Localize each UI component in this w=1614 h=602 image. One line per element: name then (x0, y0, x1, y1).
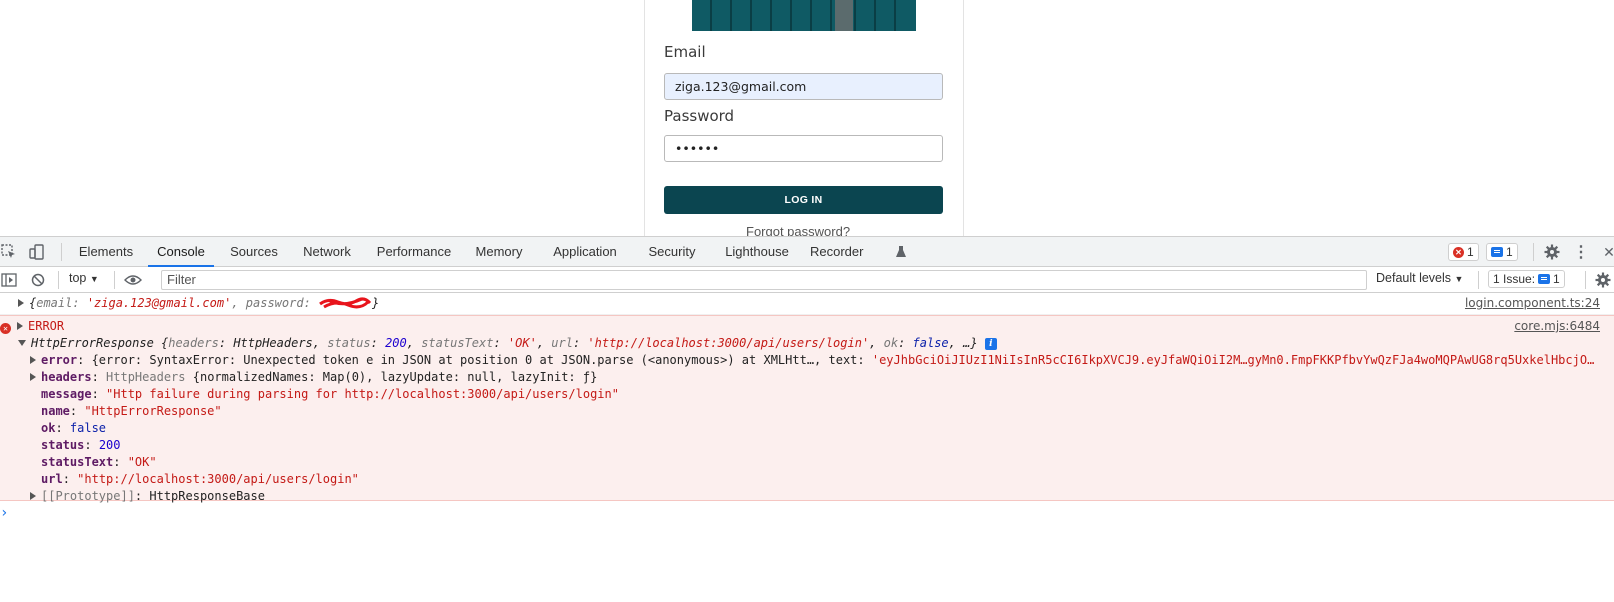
prop-error[interactable]: error: {error: SyntaxError: Unexpected t… (30, 352, 1594, 369)
console-prompt[interactable]: › (0, 505, 8, 522)
error-count-badge[interactable]: ✕ 1 (1448, 243, 1479, 261)
password-field[interactable]: •••••• (664, 135, 943, 162)
prop-message: message: "Http failure during parsing fo… (41, 387, 619, 401)
header-image (692, 0, 916, 31)
flask-icon (892, 243, 910, 261)
expand-icon[interactable] (17, 322, 23, 330)
console-output: {email: 'ziga.123@gmail.com', password: … (0, 293, 1614, 602)
tab-network[interactable]: Network (296, 237, 358, 267)
error-source-link[interactable]: core.mjs:6484 (1514, 319, 1600, 333)
tab-performance[interactable]: Performance (372, 237, 456, 267)
prop-prototype[interactable]: [[Prototype]]: HttpResponseBase (30, 488, 265, 505)
log-levels-dropdown[interactable]: Default levels ▼ (1376, 271, 1463, 285)
more-options-icon[interactable]: ⋮ (1572, 243, 1590, 261)
prop-url: url: "http://localhost:3000/api/users/lo… (41, 472, 359, 486)
message-count-badge[interactable]: 1 (1486, 243, 1518, 261)
prop-name: name: "HttpErrorResponse" (41, 404, 222, 418)
tab-memory[interactable]: Memory (470, 237, 528, 267)
collapse-icon[interactable] (18, 340, 26, 346)
console-filter-input[interactable]: Filter (161, 270, 1367, 290)
prop-ok: ok: false (41, 421, 107, 435)
sidebar-toggle-icon[interactable] (0, 271, 18, 289)
inspect-element-icon[interactable] (0, 243, 18, 261)
error-icon: ✕ (0, 323, 11, 334)
tab-security[interactable]: Security (640, 237, 704, 267)
expand-icon[interactable] (30, 373, 36, 381)
eye-icon[interactable] (124, 271, 142, 289)
forgot-password-link[interactable]: Forgot password? (746, 224, 850, 236)
close-icon[interactable]: ✕ (1600, 243, 1614, 261)
settings-gear-icon[interactable] (1543, 243, 1561, 261)
redaction-scribble (319, 297, 372, 309)
error-summary[interactable]: HttpErrorResponse {headers: HttpHeaders,… (18, 335, 997, 352)
tab-sources[interactable]: Sources (227, 237, 281, 267)
console-log-row[interactable]: {email: 'ziga.123@gmail.com', password: … (0, 293, 1614, 315)
console-toolbar: top ▼ Filter Default levels ▼ 1 Issue: 1 (0, 267, 1614, 293)
error-icon: ✕ (1453, 246, 1464, 258)
clear-console-icon[interactable] (29, 271, 47, 289)
console-error-block: ✕ ERROR core.mjs:6484 HttpErrorResponse {… (0, 315, 1614, 503)
tab-recorder[interactable]: Recorder (810, 237, 872, 267)
expand-icon[interactable] (18, 299, 24, 307)
login-button[interactable]: LOG IN (664, 186, 943, 214)
context-selector[interactable]: top ▼ (69, 271, 99, 285)
prop-headers[interactable]: headers: HttpHeaders {normalizedNames: M… (30, 369, 597, 386)
devtools-tabbar: Elements Console Sources Network Perform… (0, 237, 1614, 267)
issue-icon (1538, 274, 1551, 284)
email-label: Email (664, 43, 706, 61)
tab-application[interactable]: Application (543, 237, 627, 267)
email-field[interactable]: ziga.123@gmail.com (664, 73, 943, 100)
devtools-panel: Elements Console Sources Network Perform… (0, 236, 1614, 601)
prop-statustext: statusText: "OK" (41, 455, 157, 469)
message-icon (1491, 247, 1503, 257)
log-source-link[interactable]: login.component.ts:24 (1465, 296, 1600, 310)
login-card: Email ziga.123@gmail.com Password ••••••… (644, 0, 964, 236)
expand-icon[interactable] (30, 356, 36, 364)
info-icon[interactable]: i (984, 338, 997, 350)
tab-lighthouse[interactable]: Lighthouse (718, 237, 796, 267)
tab-console[interactable]: Console (148, 237, 214, 267)
expand-icon[interactable] (30, 492, 36, 500)
prop-status: status: 200 (41, 438, 121, 452)
console-settings-icon[interactable] (1594, 271, 1612, 289)
password-label: Password (664, 107, 735, 125)
device-toolbar-icon[interactable] (28, 243, 46, 261)
tab-elements[interactable]: Elements (76, 237, 136, 267)
login-page: Email ziga.123@gmail.com Password ••••••… (0, 0, 1614, 236)
issues-badge[interactable]: 1 Issue: 1 (1488, 270, 1565, 288)
